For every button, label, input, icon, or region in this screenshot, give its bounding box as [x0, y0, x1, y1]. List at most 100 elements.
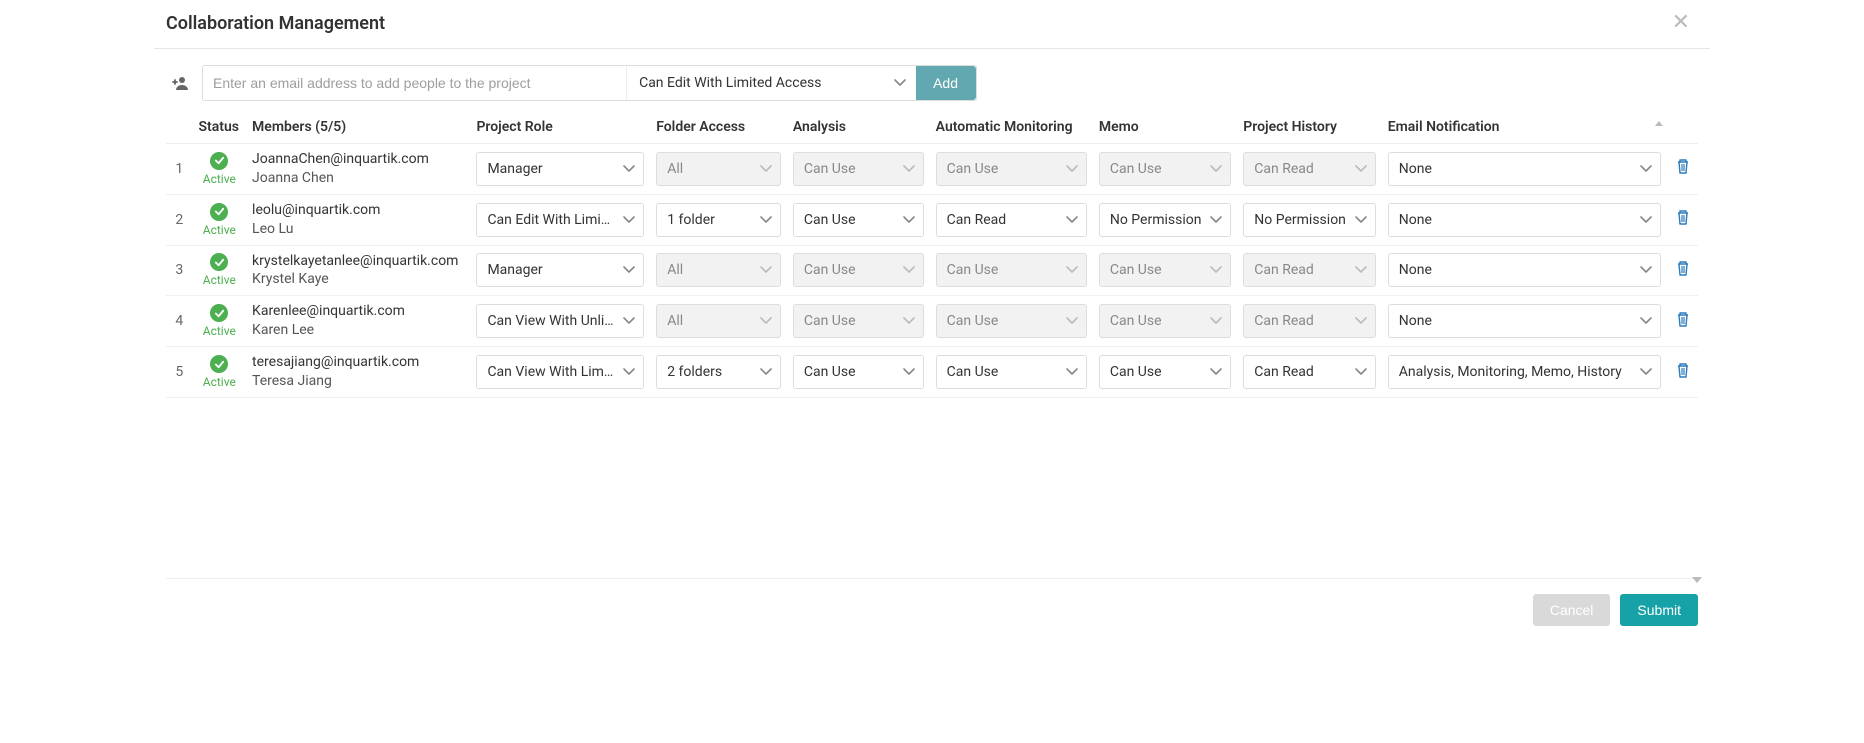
chevron-down-icon [623, 317, 635, 325]
analysis-select[interactable]: Can Use [793, 203, 924, 237]
col-analysis[interactable]: Analysis [787, 109, 930, 144]
status-badge: Active [203, 304, 236, 338]
trash-icon [1675, 311, 1691, 328]
status-badge: Active [203, 355, 236, 389]
delete-button[interactable] [1675, 362, 1691, 379]
add-button[interactable]: Add [915, 66, 976, 100]
email-notification-select[interactable]: None [1388, 304, 1662, 338]
status-badge: Active [203, 253, 236, 287]
check-icon [210, 152, 228, 170]
chevron-down-icon [1210, 368, 1222, 376]
cancel-button[interactable]: Cancel [1533, 594, 1611, 626]
monitoring-select: Can Use [936, 253, 1087, 287]
col-members[interactable]: Members (5/5) [246, 109, 470, 144]
analysis-value: Can Use [804, 161, 856, 177]
chevron-down-icon [894, 79, 906, 87]
member-name: Karen Lee [252, 321, 464, 340]
email-notification-select[interactable]: None [1388, 203, 1662, 237]
check-icon [210, 253, 228, 271]
col-memo[interactable]: Memo [1093, 109, 1237, 144]
chevron-down-icon [903, 368, 915, 376]
check-icon [210, 203, 228, 221]
folder-access-select[interactable]: 2 folders [656, 355, 781, 389]
col-status[interactable]: Status [193, 109, 247, 144]
chevron-down-icon [903, 165, 915, 173]
folder-access-select: All [656, 253, 781, 287]
analysis-select[interactable]: Can Use [793, 355, 924, 389]
monitoring-select: Can Use [936, 152, 1087, 186]
member-name: Krystel Kaye [252, 270, 464, 289]
status-label: Active [203, 324, 236, 338]
email-input[interactable] [203, 66, 626, 100]
member-email: krystelkayetanlee@inquartik.com [252, 252, 464, 271]
role-select[interactable]: Can View With Lim… [476, 355, 644, 389]
trash-icon [1675, 260, 1691, 277]
col-role[interactable]: Project Role [470, 109, 650, 144]
close-button[interactable]: ✕ [1664, 8, 1698, 38]
member-cell: Karenlee@inquartik.comKaren Lee [246, 296, 470, 347]
delete-button[interactable] [1675, 311, 1691, 328]
role-select[interactable]: Can Edit With Limi… [476, 203, 644, 237]
delete-button[interactable] [1675, 209, 1691, 226]
member-email: JoannaChen@inquartik.com [252, 150, 464, 169]
role-select[interactable]: Manager [476, 152, 644, 186]
memo-select[interactable]: Can Use [1099, 355, 1231, 389]
col-folder[interactable]: Folder Access [650, 109, 787, 144]
delete-button[interactable] [1675, 260, 1691, 277]
members-table-wrap: Status Members (5/5) Project Role Folder… [154, 109, 1710, 398]
add-person-icon [166, 74, 194, 92]
chevron-down-icon [1355, 317, 1367, 325]
col-history[interactable]: Project History [1237, 109, 1381, 144]
chevron-down-icon [760, 165, 772, 173]
folder-access-select[interactable]: 1 folder [656, 203, 781, 237]
monitoring-value: Can Use [947, 262, 999, 278]
table-header-row: Status Members (5/5) Project Role Folder… [166, 109, 1698, 144]
history-value: Can Read [1254, 262, 1314, 278]
modal-footer: Cancel Submit [154, 580, 1710, 644]
col-email-notif[interactable]: Email Notification [1382, 109, 1668, 144]
chevron-down-icon [1066, 266, 1078, 274]
member-name: Leo Lu [252, 220, 464, 239]
member-name: Joanna Chen [252, 169, 464, 188]
email-notification-select[interactable]: Analysis, Monitoring, Memo, History [1388, 355, 1662, 389]
submit-button[interactable]: Submit [1620, 594, 1698, 626]
chevron-down-icon [760, 368, 772, 376]
chevron-down-icon [903, 317, 915, 325]
col-monitoring[interactable]: Automatic Monitoring [930, 109, 1093, 144]
table-row: 3Activekrystelkayetanlee@inquartik.comKr… [166, 245, 1698, 296]
memo-select[interactable]: No Permission [1099, 203, 1231, 237]
folder-access-value: All [667, 161, 683, 177]
email-notification-value: Analysis, Monitoring, Memo, History [1399, 364, 1622, 380]
add-role-select[interactable]: Can Edit With Limited Access [626, 66, 916, 100]
chevron-down-icon [623, 266, 635, 274]
history-select[interactable]: No Permission [1243, 203, 1375, 237]
chevron-down-icon [1066, 216, 1078, 224]
close-icon: ✕ [1672, 10, 1690, 35]
chevron-down-icon [623, 368, 635, 376]
folder-access-value: All [667, 262, 683, 278]
table-divider [166, 578, 1698, 580]
email-notification-select[interactable]: None [1388, 253, 1662, 287]
col-actions [1667, 109, 1698, 144]
table-row: 1ActiveJoannaChen@inquartik.comJoanna Ch… [166, 144, 1698, 195]
member-cell: krystelkayetanlee@inquartik.comKrystel K… [246, 245, 470, 296]
history-select[interactable]: Can Read [1243, 355, 1375, 389]
history-value: Can Read [1254, 364, 1314, 380]
status-label: Active [203, 375, 236, 389]
status-cell: Active [193, 245, 247, 296]
role-select[interactable]: Manager [476, 253, 644, 287]
status-label: Active [203, 273, 236, 287]
analysis-value: Can Use [804, 262, 856, 278]
chevron-down-icon [1066, 317, 1078, 325]
monitoring-select[interactable]: Can Use [936, 355, 1087, 389]
chevron-down-icon [903, 216, 915, 224]
delete-button[interactable] [1675, 158, 1691, 175]
role-select[interactable]: Can View With Unli… [476, 304, 644, 338]
monitoring-select[interactable]: Can Read [936, 203, 1087, 237]
email-notification-select[interactable]: None [1388, 152, 1662, 186]
email-notification-value: None [1399, 161, 1432, 177]
chevron-down-icon [760, 266, 772, 274]
analysis-select: Can Use [793, 152, 924, 186]
member-cell: JoannaChen@inquartik.comJoanna Chen [246, 144, 470, 195]
history-select: Can Read [1243, 253, 1375, 287]
